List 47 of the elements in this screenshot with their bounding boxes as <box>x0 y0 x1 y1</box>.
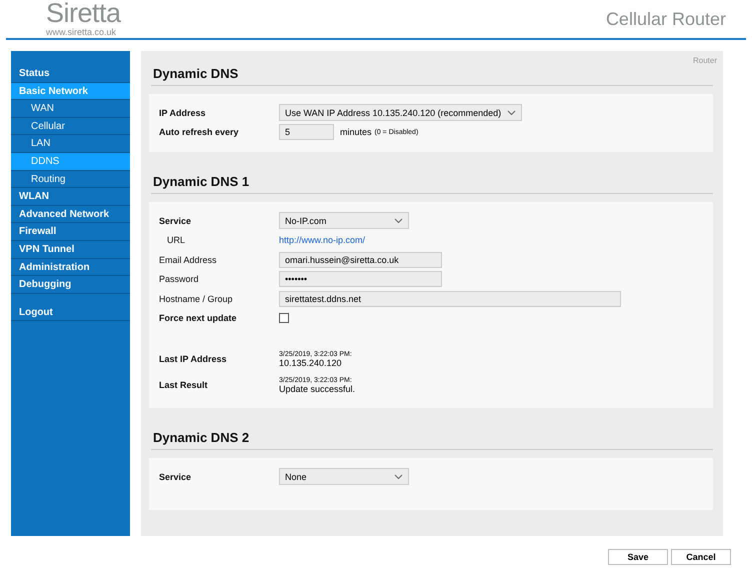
logo: Siretta <box>46 0 121 27</box>
field-label: Service <box>159 472 192 482</box>
field-label: Service <box>159 216 192 226</box>
field-label: IP Address <box>159 108 207 118</box>
field-label: Hostname / Group <box>159 294 234 304</box>
status-value: 10.135.240.120 <box>279 358 343 368</box>
input-field[interactable]: 5 <box>279 124 334 140</box>
nav-subitem[interactable]: Routing <box>11 170 130 188</box>
nav-item[interactable]: WLAN <box>11 188 130 206</box>
nav-item[interactable]: Basic Network <box>11 82 130 100</box>
section-title: Dynamic DNS 2 <box>153 430 250 445</box>
field-label: Auto refresh every <box>159 127 240 138</box>
nav-subitem[interactable]: Cellular <box>11 118 130 136</box>
nav-item[interactable]: VPN Tunnel <box>11 240 130 259</box>
status-value: Update successful. <box>279 384 356 394</box>
field-label: Force next update <box>159 313 238 324</box>
field-label: Email Address <box>159 254 218 265</box>
nav-item[interactable]: Firewall <box>11 223 130 241</box>
input-field[interactable]: omari.hussein@siretta.co.uk <box>279 252 442 268</box>
cancel-button[interactable]: Cancel <box>671 549 731 565</box>
field-label: Password <box>159 274 200 284</box>
chevron-down-icon <box>394 218 403 224</box>
field-label: URL <box>166 235 186 246</box>
nav-item[interactable]: Advanced Network <box>11 206 130 224</box>
save-button[interactable]: Save <box>608 549 668 565</box>
logout-link[interactable]: Logout <box>11 304 130 322</box>
url-link[interactable]: http://www.no-ip.com/ <box>279 235 366 246</box>
chevron-down-icon <box>394 474 403 480</box>
nav-item[interactable]: Administration <box>11 258 130 276</box>
field-label: Last IP Address <box>159 354 228 364</box>
logo-url: www.siretta.co.uk <box>46 27 118 37</box>
nav-subitem[interactable]: WAN <box>11 100 130 118</box>
password-field[interactable]: ••••••• <box>279 271 442 288</box>
checkbox[interactable] <box>279 313 289 324</box>
chevron-down-icon <box>507 110 516 116</box>
unit-label: minutes <box>340 127 372 138</box>
section-title: Dynamic DNS 1 <box>153 174 250 189</box>
field-label: Last Result <box>159 380 209 390</box>
input-field[interactable]: sirettatest.ddns.net <box>279 290 621 307</box>
dropdown[interactable]: Use WAN IP Address 10.135.240.120 (recommended) <box>279 104 522 122</box>
nav-subitem[interactable]: DDNS <box>11 152 130 171</box>
page-title: Cellular Router <box>606 9 726 30</box>
breadcrumb: Router <box>692 56 717 66</box>
dropdown[interactable]: No-IP.com <box>279 212 409 230</box>
nav-item[interactable]: Debugging <box>11 276 130 294</box>
dropdown[interactable]: None <box>279 468 409 486</box>
section-title: Dynamic DNS <box>153 66 240 81</box>
